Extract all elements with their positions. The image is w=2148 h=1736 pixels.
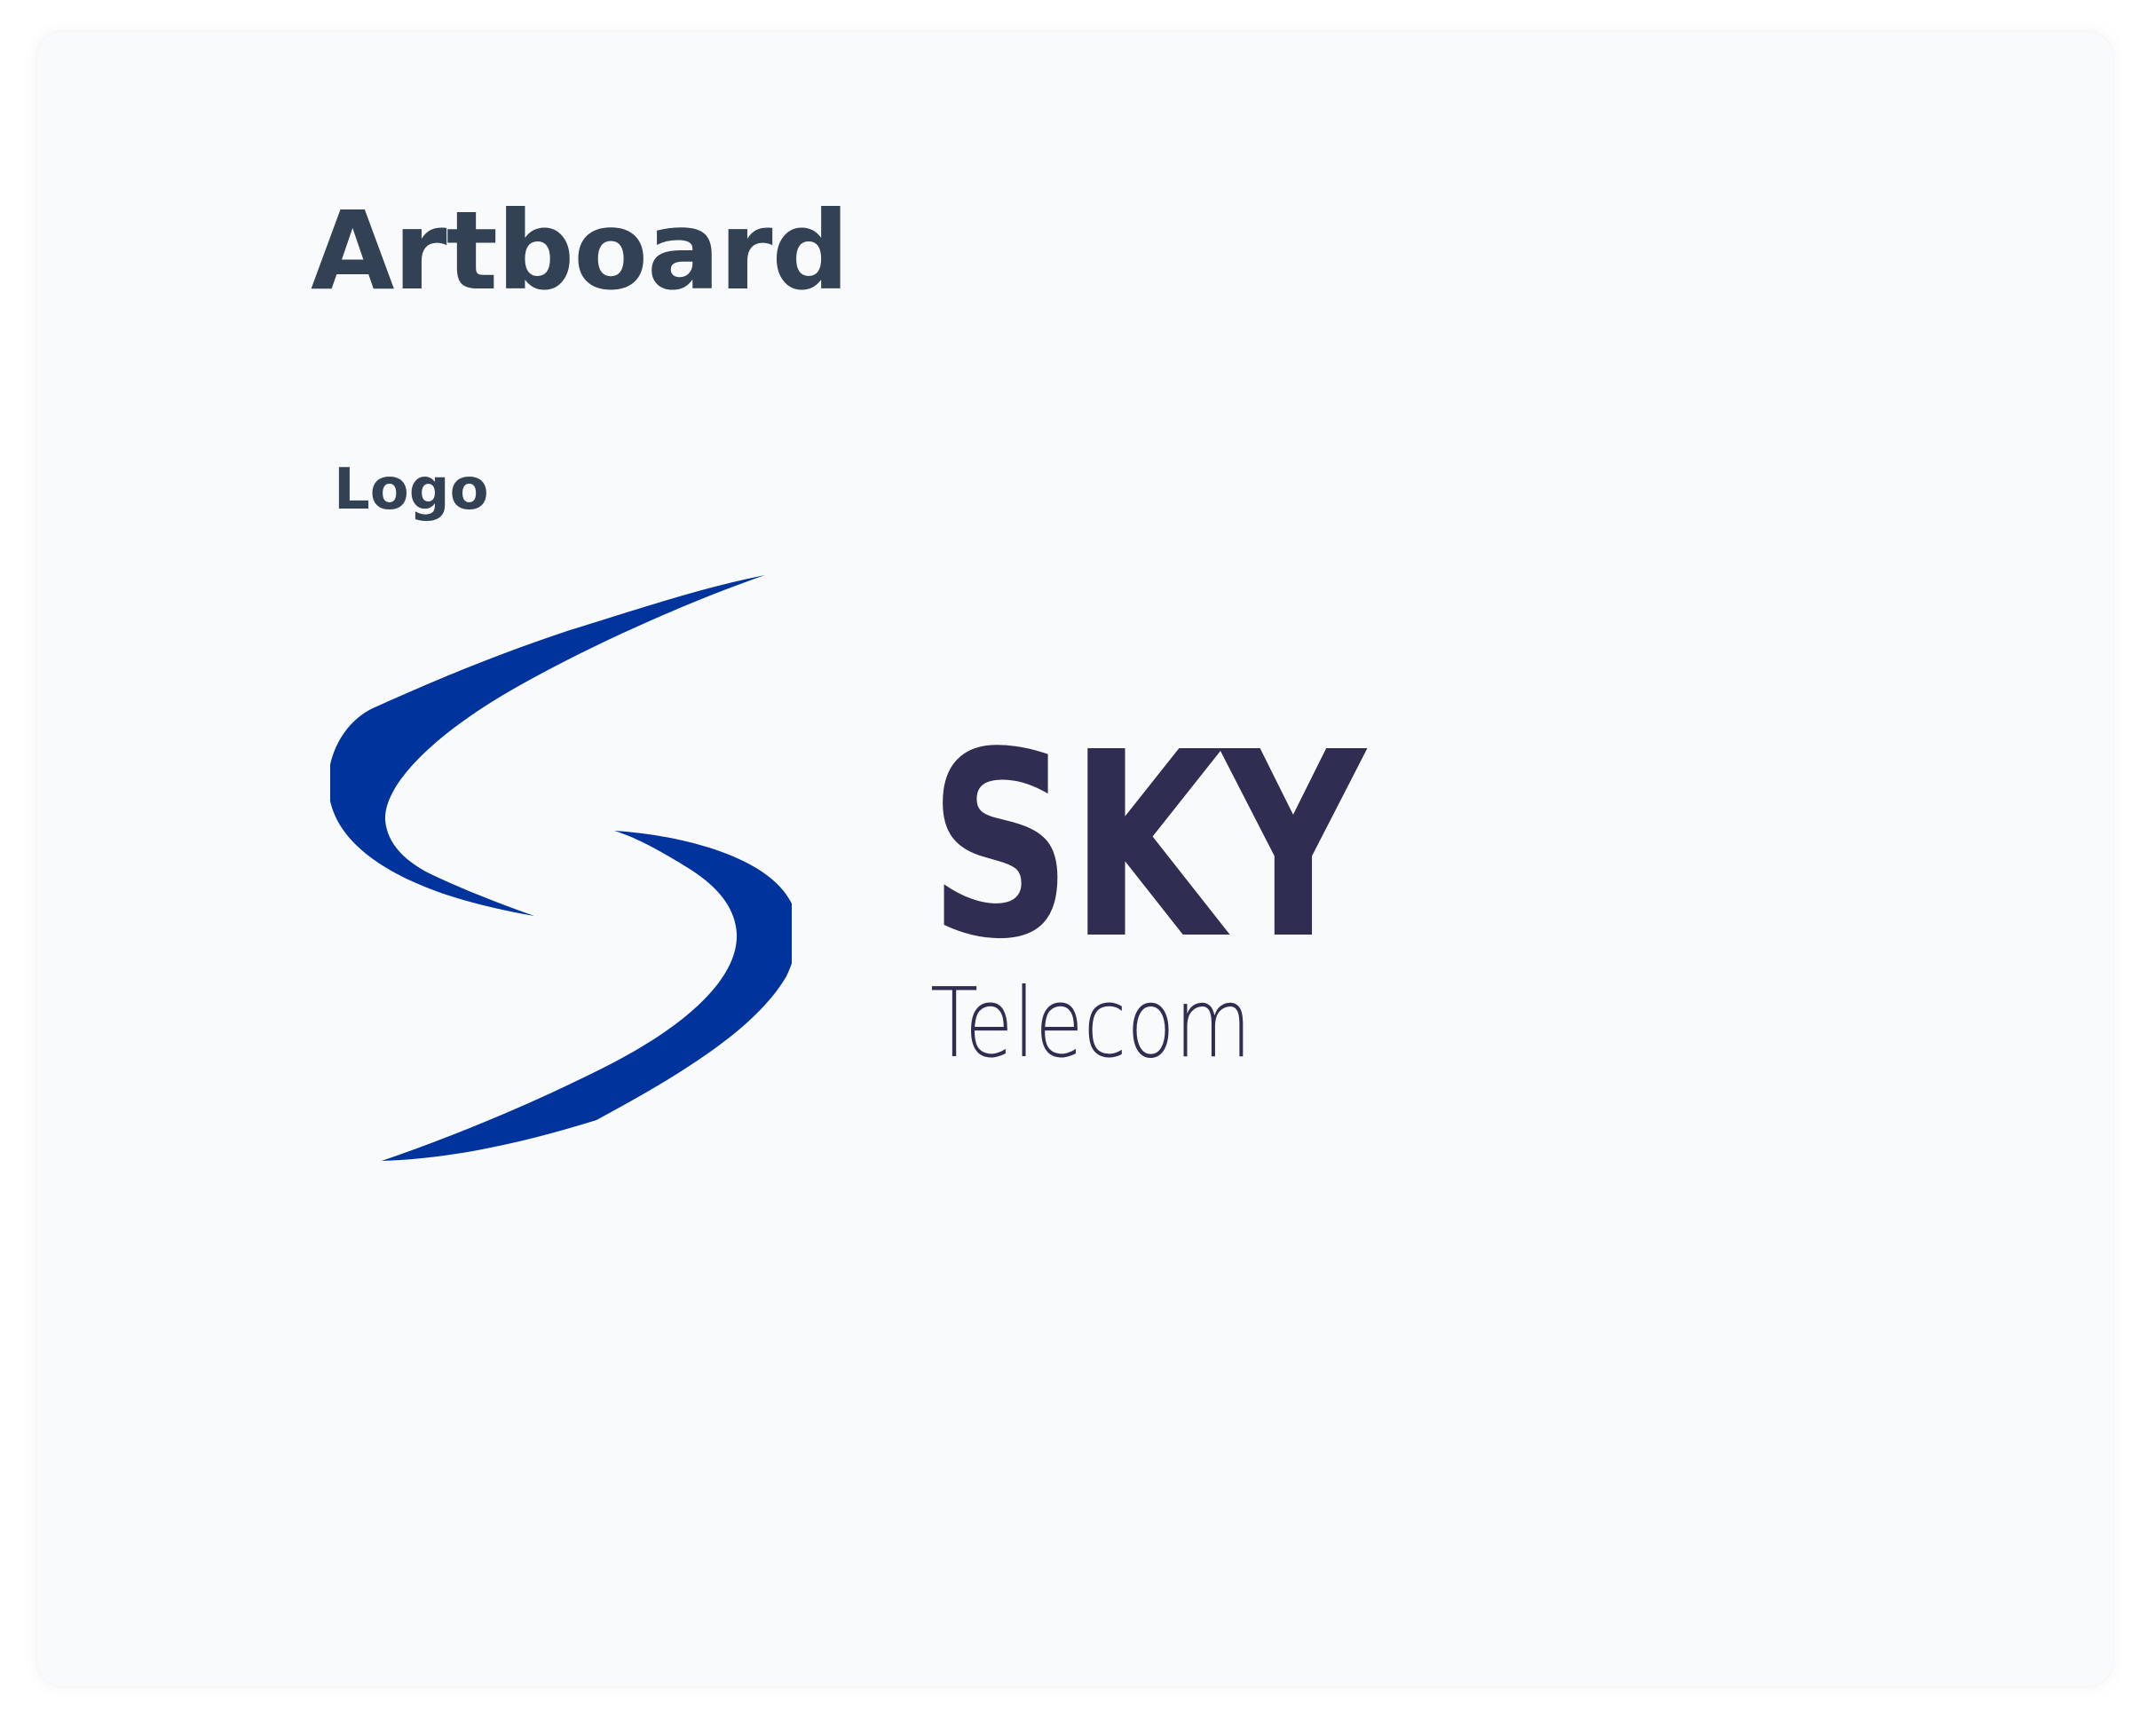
swoosh-s-icon xyxy=(330,575,792,1161)
artboard-title: Artboard xyxy=(311,188,849,314)
section-label-logo: Logo xyxy=(334,457,489,523)
wordmark-sky: SKY xyxy=(928,698,1365,995)
wordmark-telecom: Telecom xyxy=(930,968,1252,1079)
artboard-canvas: Artboard Logo SKY Telecom xyxy=(37,32,2112,1686)
